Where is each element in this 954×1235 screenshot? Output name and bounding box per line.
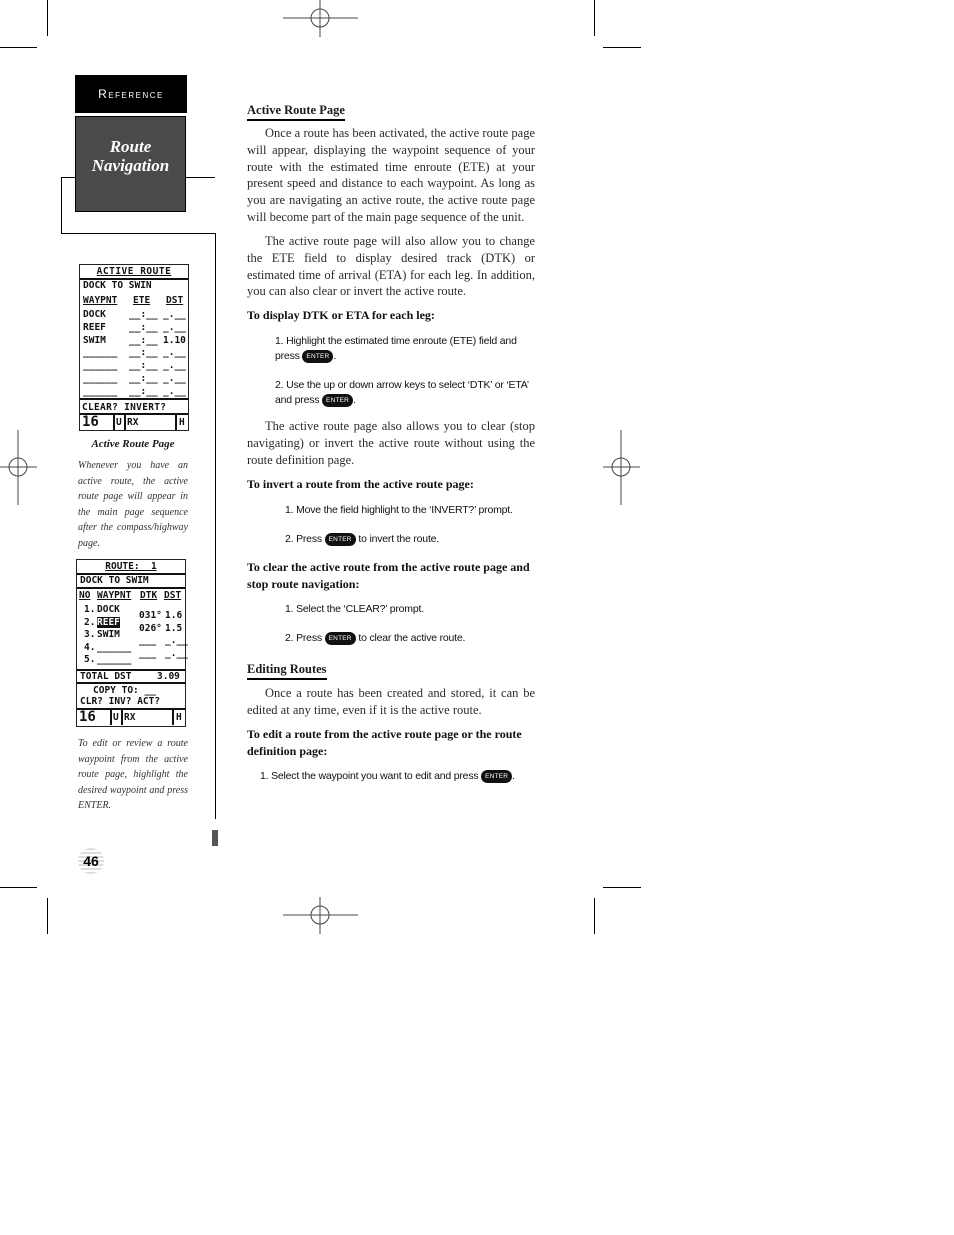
- paragraph: The active route page also allows you to…: [247, 418, 535, 468]
- crop-mark: [0, 47, 37, 48]
- col-header-dst: DST: [166, 295, 184, 306]
- procedure-step: 2. Press ENTER to invert the route.: [285, 532, 545, 547]
- registration-mark-icon: [0, 430, 37, 505]
- section-heading-active-route: Active Route Page: [247, 103, 345, 121]
- route-row-waypoint[interactable]: DOCK: [97, 604, 120, 615]
- procedure-heading: To display DTK or ETA for each leg:: [247, 308, 435, 322]
- section-title-line2: Navigation: [91, 156, 170, 175]
- route-row-dst: _.__: [163, 373, 186, 384]
- procedure-step: 1. Select the waypoint you want to edit …: [260, 769, 540, 784]
- route-row-dst: 1.10: [163, 334, 186, 346]
- registration-mark-icon: [283, 897, 358, 934]
- enter-key-icon: ENTER: [322, 393, 354, 407]
- procedure-heading: To invert a route from the active route …: [247, 477, 474, 491]
- crop-mark: [47, 0, 48, 36]
- sidebar-rule: [215, 233, 216, 819]
- sidebar-rule: [61, 177, 62, 233]
- copy-to-field: COPY TO: __: [93, 685, 156, 696]
- paragraph-text: Once a route has been activated, the act…: [247, 126, 535, 224]
- procedure-heading: To clear the active route from the activ…: [247, 560, 530, 591]
- leg-dst: _.__: [165, 635, 188, 646]
- procedure-step: 2. Press ENTER to clear the active route…: [285, 631, 545, 646]
- paragraph: Once a route has been created and stored…: [247, 685, 535, 719]
- step-text: 2. Use the up or down arrow keys to sele…: [275, 379, 529, 406]
- procedure-step: 1. Move the field highlight to the ‘INVE…: [285, 503, 545, 518]
- registration-mark-icon: [603, 430, 640, 505]
- route-row-dst: _.__: [163, 360, 186, 372]
- enter-key-icon: ENTER: [324, 532, 356, 546]
- step-text: 2. Press: [285, 632, 322, 644]
- col-header-dst: DST: [164, 590, 182, 601]
- sidebar-rule: [186, 177, 215, 178]
- chapter-label: Reference: [75, 75, 187, 113]
- route-name: DOCK TO SWIM: [80, 575, 149, 586]
- step-text: .: [353, 394, 356, 406]
- route-row-dst: _.__: [163, 347, 186, 359]
- screen-title: ROUTE: 1: [105, 561, 157, 572]
- thumb-tab-marker: [212, 830, 218, 846]
- route-row-dst: _.__: [163, 385, 186, 397]
- crop-mark: [47, 898, 48, 934]
- route-name: DOCK TO SWIN: [83, 280, 152, 291]
- section-heading-editing-routes: Editing Routes: [247, 662, 327, 680]
- step-text: 1. Select the ‘CLEAR?’ prompt.: [285, 603, 424, 615]
- page-number: 46: [78, 848, 104, 874]
- procedure-step: 1. Select the ‘CLEAR?’ prompt.: [285, 602, 545, 617]
- h-indicator: H: [176, 712, 182, 723]
- total-distance-value: 3.09: [157, 671, 180, 682]
- crop-mark: [594, 0, 595, 36]
- section-title-line1: Route: [109, 137, 152, 156]
- route-row-dst: _.__: [163, 321, 186, 333]
- chapter-label-text: Reference: [98, 87, 164, 101]
- paragraph: Once a route has been activated, the act…: [247, 125, 535, 226]
- figure-caption-text: Whenever you have an active route, the a…: [78, 460, 188, 549]
- h-indicator: H: [179, 417, 185, 428]
- paragraph-text: The active route page also allows you to…: [247, 419, 535, 467]
- route-row-waypoint[interactable]: ______: [97, 642, 131, 653]
- step-text: 1. Move the field highlight to the ‘INVE…: [285, 504, 513, 516]
- leg-dst: 1.5: [165, 622, 183, 634]
- step-text: .: [333, 350, 337, 362]
- procedure-step: 1. Highlight the estimated time enroute …: [275, 334, 537, 364]
- procedure-heading: To edit a route from the active route pa…: [247, 727, 522, 758]
- crop-mark: [594, 898, 595, 934]
- registration-mark-icon: [283, 0, 358, 37]
- paragraph-text: The active route page will also allow yo…: [247, 234, 535, 299]
- procedure-step: 2. Use the up or down arrow keys to sele…: [275, 378, 537, 408]
- route-row-waypoint-selected[interactable]: REEF: [97, 616, 120, 628]
- crop-mark: [603, 887, 641, 888]
- route-row-waypoint[interactable]: SWIM: [97, 629, 120, 640]
- figure-caption-text: To edit or review a route waypoint from …: [78, 738, 188, 811]
- leg-dst: 1.6: [165, 610, 183, 621]
- sidebar-rule: [61, 233, 216, 234]
- section-title: Route Navigation: [75, 116, 186, 212]
- figure-caption-title: Active Route Page: [91, 438, 175, 450]
- step-text: to clear the active route.: [358, 632, 466, 644]
- sidebar-rule: [61, 177, 75, 178]
- crop-mark: [603, 47, 641, 48]
- paragraph: The active route page will also allow yo…: [247, 233, 535, 300]
- screen-prompts: CLR? INV? ACT?: [80, 696, 161, 707]
- enter-key-icon: ENTER: [324, 631, 356, 645]
- enter-key-icon: ENTER: [302, 349, 334, 363]
- screen-prompts: CLEAR? INVERT?: [82, 402, 167, 413]
- route-definition-screen: ROUTE: 1 DOCK TO SWIM NO WAYPNT DTK DST …: [76, 559, 188, 727]
- step-text: 2. Press: [285, 533, 322, 545]
- paragraph-text: Once a route has been created and stored…: [247, 686, 535, 717]
- route-row-waypoint[interactable]: ______: [97, 654, 131, 665]
- step-text: .: [512, 770, 515, 782]
- crop-mark: [0, 887, 37, 888]
- step-text: to invert the route.: [358, 533, 440, 545]
- route-row-dst: _.__: [163, 309, 186, 320]
- leg-dst: _.__: [165, 647, 188, 659]
- enter-key-icon: ENTER: [481, 769, 513, 783]
- step-text: 1. Select the waypoint you want to edit …: [260, 770, 479, 782]
- active-route-screen: ACTIVE ROUTE DOCK TO SWIN WAYPNT ETE DST…: [79, 264, 189, 431]
- screen-title: ACTIVE ROUTE: [96, 266, 172, 277]
